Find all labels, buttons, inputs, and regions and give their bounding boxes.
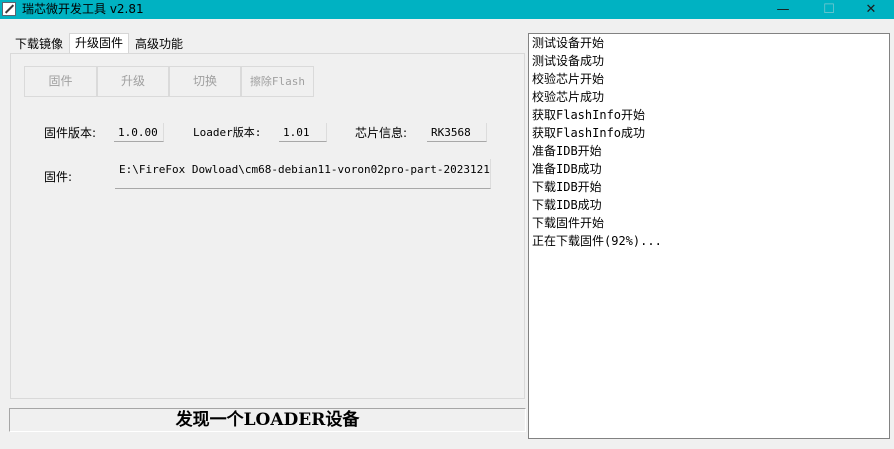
log-panel[interactable]: 测试设备开始 测试设备成功 校验芯片开始 校验芯片成功 获取FlashInfo开… — [528, 33, 890, 439]
log-line: 获取FlashInfo开始 — [532, 108, 646, 122]
log-line: 校验芯片成功 — [532, 90, 605, 104]
firmware-path-label: 固件: — [44, 170, 73, 184]
firmware-version-label: 固件版本: — [44, 126, 97, 140]
tab-upgrade-firmware[interactable]: 升级固件 — [69, 33, 130, 53]
log-line: 准备IDB成功 — [532, 162, 602, 176]
chip-info-label: 芯片信息: — [355, 126, 408, 140]
loader-version-label: Loader版本: — [193, 126, 262, 139]
loader-version-field: 1.01 — [279, 123, 327, 142]
app-icon — [2, 2, 16, 16]
minimize-button[interactable]: — — [760, 0, 806, 19]
upgrade-button[interactable]: 升级 — [97, 66, 169, 97]
status-text: 发现一个LOADER设备 — [175, 410, 360, 430]
firmware-button[interactable]: 固件 — [24, 66, 97, 97]
log-line: 校验芯片开始 — [532, 72, 605, 86]
log-line: 获取FlashInfo成功 — [532, 126, 646, 140]
chip-info-field: RK3568 — [427, 123, 487, 142]
log-line: 正在下载固件(92%)... — [532, 234, 662, 248]
title-bar[interactable]: 瑞芯微开发工具 v2.81 — ☐ ✕ — [0, 0, 894, 19]
log-line: 下载固件开始 — [532, 216, 605, 230]
status-bar: 发现一个LOADER设备 — [9, 408, 526, 432]
tab-advanced[interactable]: 高级功能 — [132, 35, 186, 53]
upgrade-firmware-panel — [10, 53, 525, 399]
log-line: 准备IDB开始 — [532, 144, 602, 158]
maximize-button[interactable]: ☐ — [806, 0, 852, 19]
switch-button[interactable]: 切换 — [169, 66, 241, 97]
close-button[interactable]: ✕ — [848, 0, 894, 19]
log-line: 下载IDB成功 — [532, 198, 602, 212]
firmware-path-field[interactable]: E:\FireFox Dowload\cm68-debian11-voron02… — [115, 159, 491, 189]
window-title: 瑞芯微开发工具 v2.81 — [22, 2, 144, 16]
log-line: 下载IDB开始 — [532, 180, 602, 194]
log-line: 测试设备开始 — [532, 36, 605, 50]
log-line: 测试设备成功 — [532, 54, 605, 68]
erase-flash-button[interactable]: 擦除Flash — [241, 66, 314, 97]
firmware-version-field: 1.0.00 — [114, 123, 164, 142]
tab-download-image[interactable]: 下载镜像 — [12, 35, 66, 53]
